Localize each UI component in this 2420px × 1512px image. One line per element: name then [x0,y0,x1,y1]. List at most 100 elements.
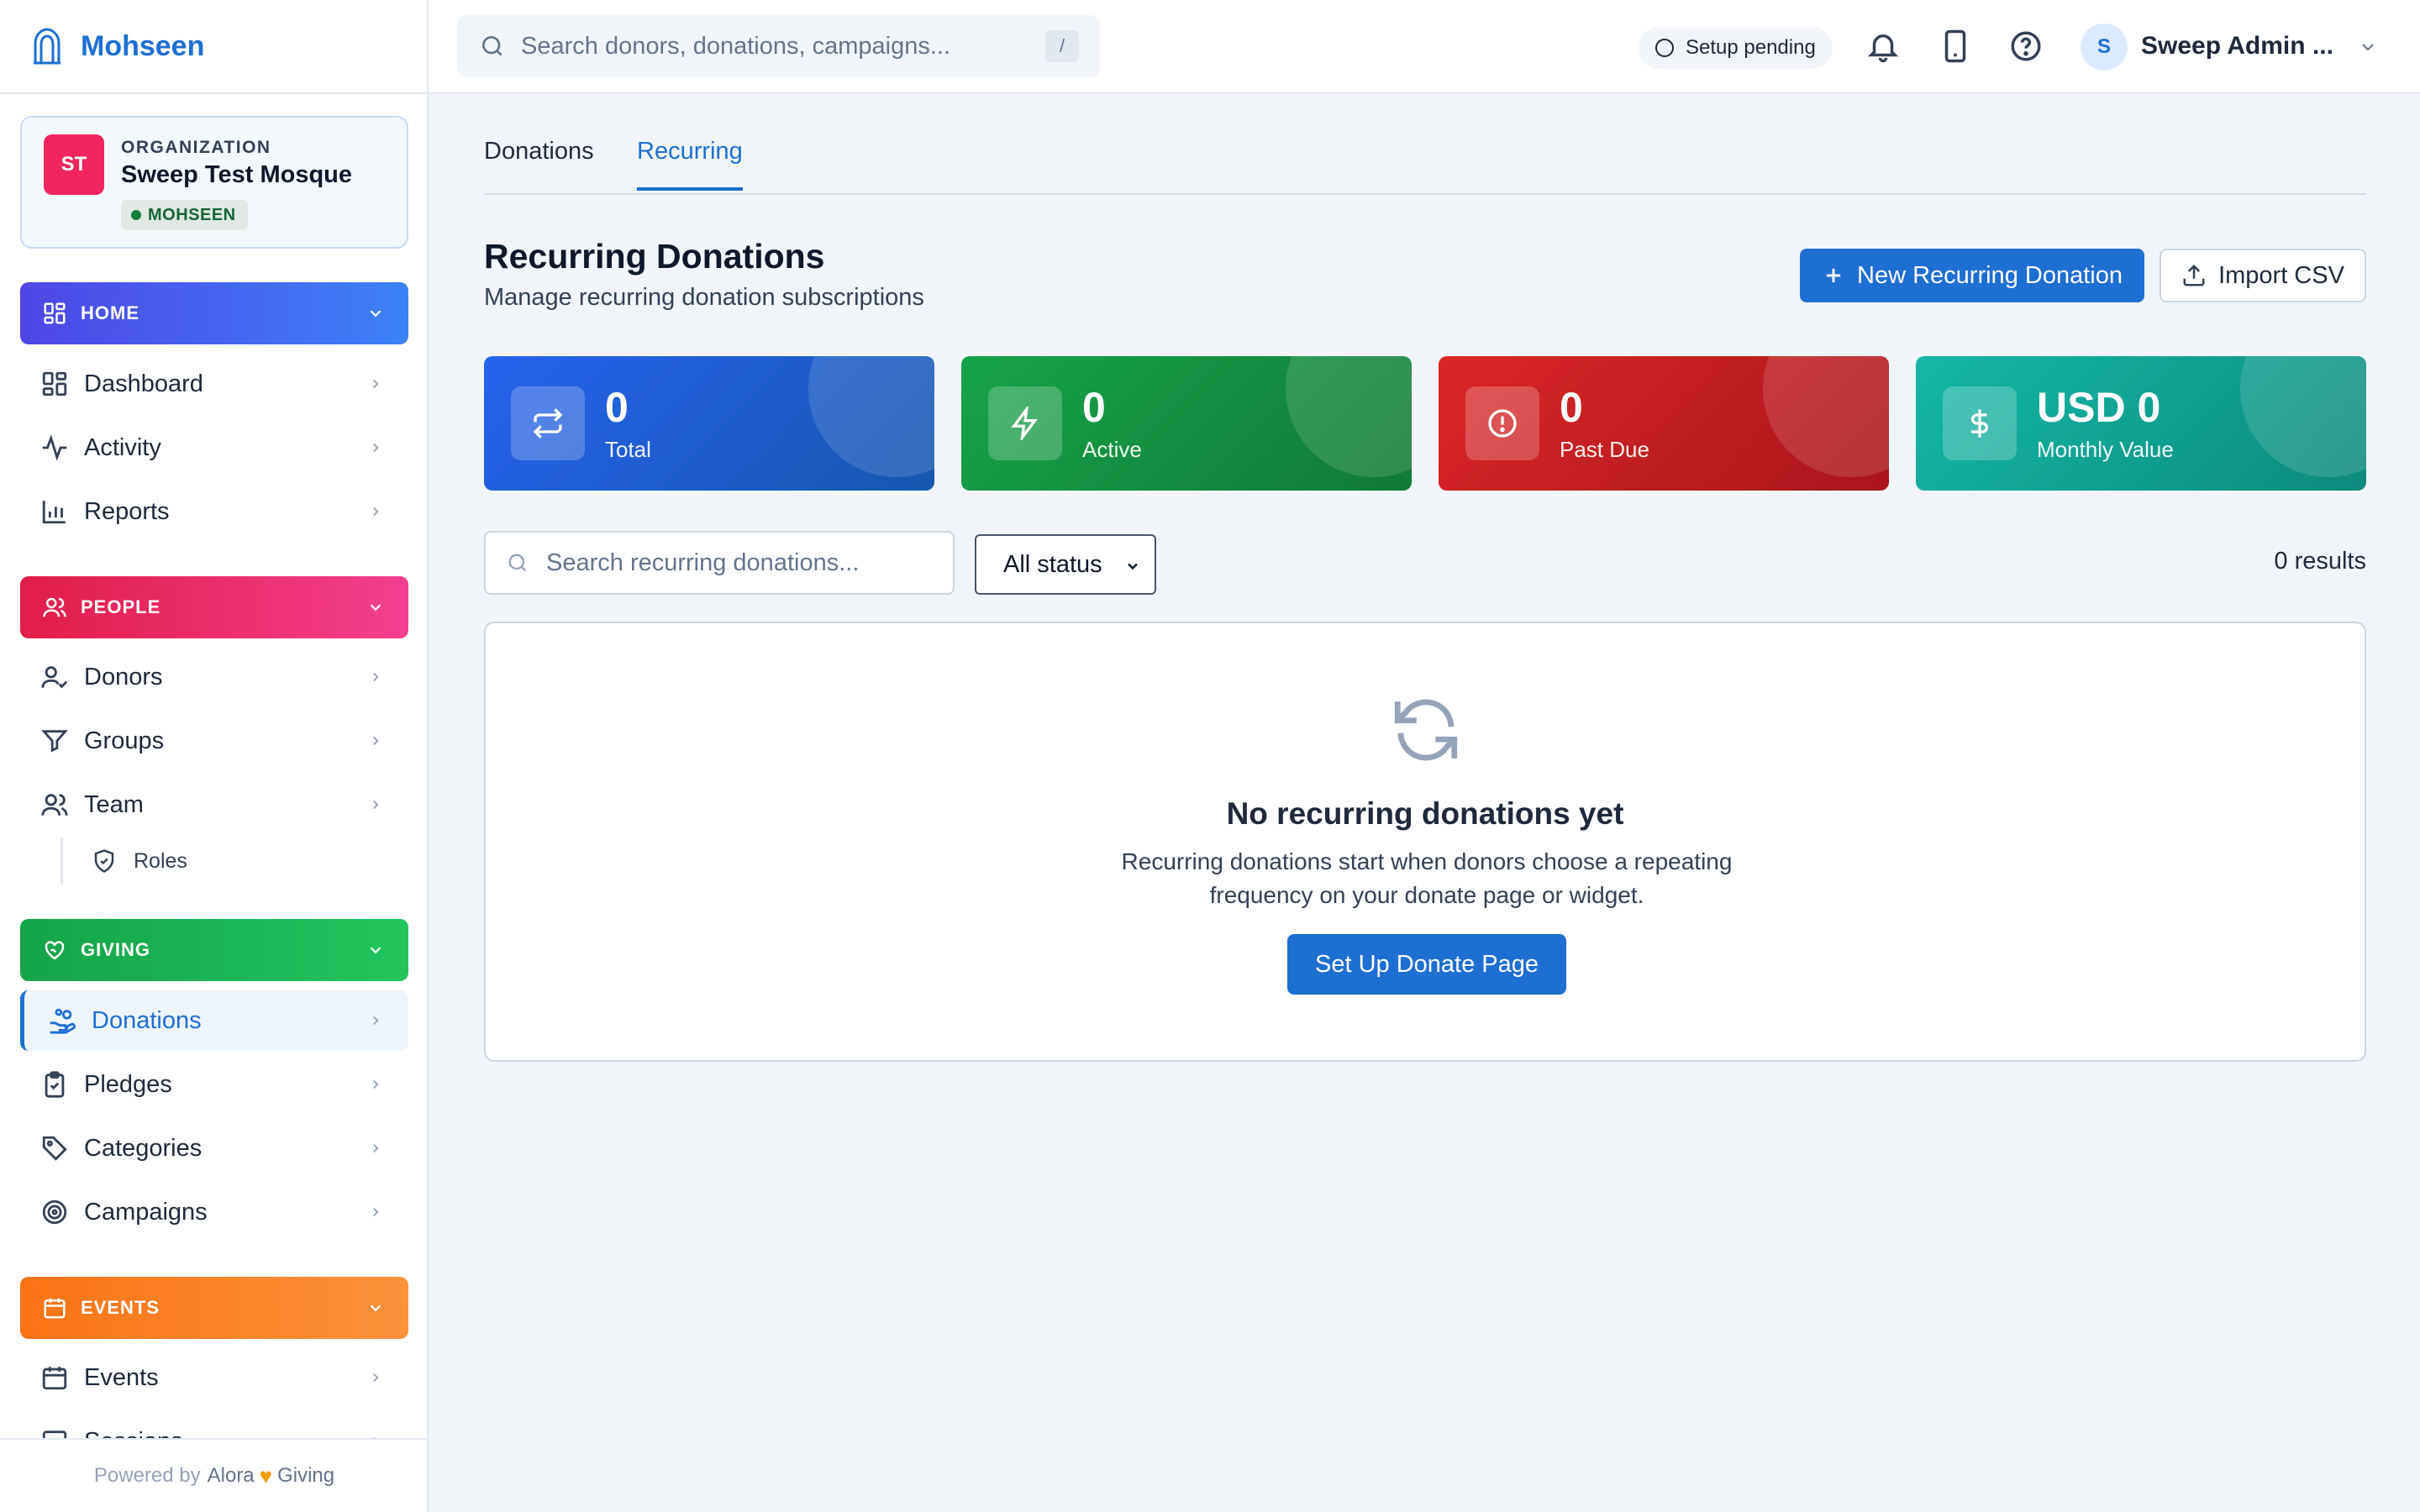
chevron-right-icon [373,443,379,453]
org-name: Sweep Test Mosque [121,161,353,188]
chevron-right-icon [373,507,379,517]
org-tag: MOHSEEN [121,200,248,230]
import-csv-label: Import CSV [2218,261,2344,289]
topbar: Search donors, donations, campaigns... /… [429,0,2420,94]
stat-icon-box [1465,386,1539,460]
heart-hand-icon [45,941,65,960]
sidebar-item-label: Activity [84,433,161,461]
users-icon [43,597,66,617]
mobile-icon[interactable] [1938,29,1973,64]
powered-by-footer: Powered by Alora ♥ Giving [0,1438,427,1512]
section-home[interactable]: HOME [20,282,408,344]
stat-icon-box [988,386,1062,460]
sidebar-item-label: Categories [84,1134,203,1162]
powered-by-brand-suffix: Giving [277,1464,335,1487]
status-filter-select[interactable]: All status [975,534,1156,595]
sidebar-subitem-label: Roles [134,848,187,873]
stat-label: Total [605,437,651,462]
stat-label: Monthly Value [2037,437,2174,462]
stat-label: Active [1082,437,1142,462]
sidebar-item-pledges[interactable]: Pledges [20,1054,408,1115]
section-people[interactable]: PEOPLE [20,576,408,638]
user-avatar[interactable]: S [2081,24,2128,71]
org-label: ORGANIZATION [121,138,271,157]
import-csv-button[interactable]: Import CSV [2160,249,2366,302]
org-avatar: ST [44,134,104,195]
clipboard-check-icon [45,1071,65,1098]
sidebar-subitem-roles[interactable]: Roles [60,837,187,885]
sidebar-item-activity[interactable]: Activity [20,417,408,478]
sidebar-item-label: Reports [84,497,170,525]
decorative-circle [1286,356,1412,477]
section-events[interactable]: EVENTS [20,1277,408,1339]
powered-by-brand: Alora [207,1464,255,1487]
stat-icon-box [1943,386,2017,460]
sidebar-item-events[interactable]: Events [20,1347,408,1408]
chevron-right-icon [373,1079,379,1089]
search-icon [508,554,527,572]
grid-icon [44,302,66,324]
empty-state-card: No recurring donations yet Recurring don… [484,622,2366,1062]
hand-coins-icon [50,1008,76,1034]
sidebar-item-label: Team [84,790,144,818]
status-filter-value: All status [1003,550,1102,578]
sidebar-item-categories[interactable]: Categories [20,1118,408,1179]
heart-icon: ♥ [259,1462,273,1488]
tab-recurring[interactable]: Recurring [637,138,743,191]
target-icon [42,1200,67,1225]
upload-icon [2183,264,2205,286]
chevron-down-icon[interactable] [2358,37,2378,57]
sidebar-item-label: Donors [84,663,163,690]
sidebar-item-reports[interactable]: Reports [20,481,408,542]
chevron-right-icon [373,672,379,682]
dollar-icon [1971,409,1988,438]
section-people-label: PEOPLE [81,596,161,617]
help-icon[interactable] [2008,29,2044,64]
activity-icon [42,434,67,461]
chevron-right-icon [373,1207,379,1217]
sidebar-item-groups[interactable]: Groups [20,711,408,771]
bell-icon[interactable] [1865,29,1901,64]
recurring-search-input[interactable]: Search recurring donations... [484,531,955,595]
organization-card[interactable]: ST ORGANIZATION Sweep Test Mosque MOHSEE… [20,116,408,249]
decorative-circle [1763,356,1889,477]
chevron-down-icon [1128,563,1138,570]
filter-icon [41,730,68,753]
sidebar-item-label: Groups [84,727,165,754]
chevron-right-icon [373,1016,379,1026]
circle-icon [1655,39,1674,57]
sidebar-item-donors[interactable]: Donors [20,647,408,707]
set-up-donate-page-button[interactable]: Set Up Donate Page [1287,934,1566,995]
user-name[interactable]: Sweep Admin ... [2141,32,2333,60]
sidebar-item-dashboard[interactable]: Dashboard [20,354,408,414]
chevron-down-icon [370,604,381,612]
refresh-icon [1394,699,1458,761]
tab-donations[interactable]: Donations [484,138,594,187]
org-tag-label: MOHSEEN [148,205,236,224]
sidebar-item-donations[interactable]: Donations [20,990,408,1051]
stat-icon-box [511,386,585,460]
calendar-icon [42,1367,67,1390]
grid-icon [42,371,67,396]
new-recurring-donation-button[interactable]: New Recurring Donation [1800,249,2144,302]
powered-by-prefix: Powered by [93,1464,201,1487]
lightning-icon [1011,407,1038,440]
user-check-icon [41,666,68,689]
setup-status-badge[interactable]: Setup pending [1639,27,1833,69]
sidebar: Mohseen ST ORGANIZATION Sweep Test Mosqu… [0,0,429,1512]
global-search-placeholder: Search donors, donations, campaigns... [521,32,951,60]
chevron-right-icon [373,1143,379,1153]
results-count: 0 results [2274,548,2366,575]
brand[interactable]: Mohseen [0,0,427,94]
section-giving[interactable]: GIVING [20,919,408,981]
global-search-input[interactable]: Search donors, donations, campaigns... / [457,15,1101,77]
sidebar-item-label: Pledges [84,1070,172,1098]
sidebar-item-team[interactable]: Team [20,774,408,835]
stat-card-monthly-value: USD 0 Monthly Value [1916,356,2366,491]
sidebar-item-campaigns[interactable]: Campaigns [20,1182,408,1242]
stat-card-total: 0 Total [484,356,934,491]
tab-bar: Donations Recurring [484,126,2366,195]
chevron-down-icon [370,1305,381,1312]
calendar-icon [44,1298,66,1319]
chevron-right-icon [373,379,379,389]
